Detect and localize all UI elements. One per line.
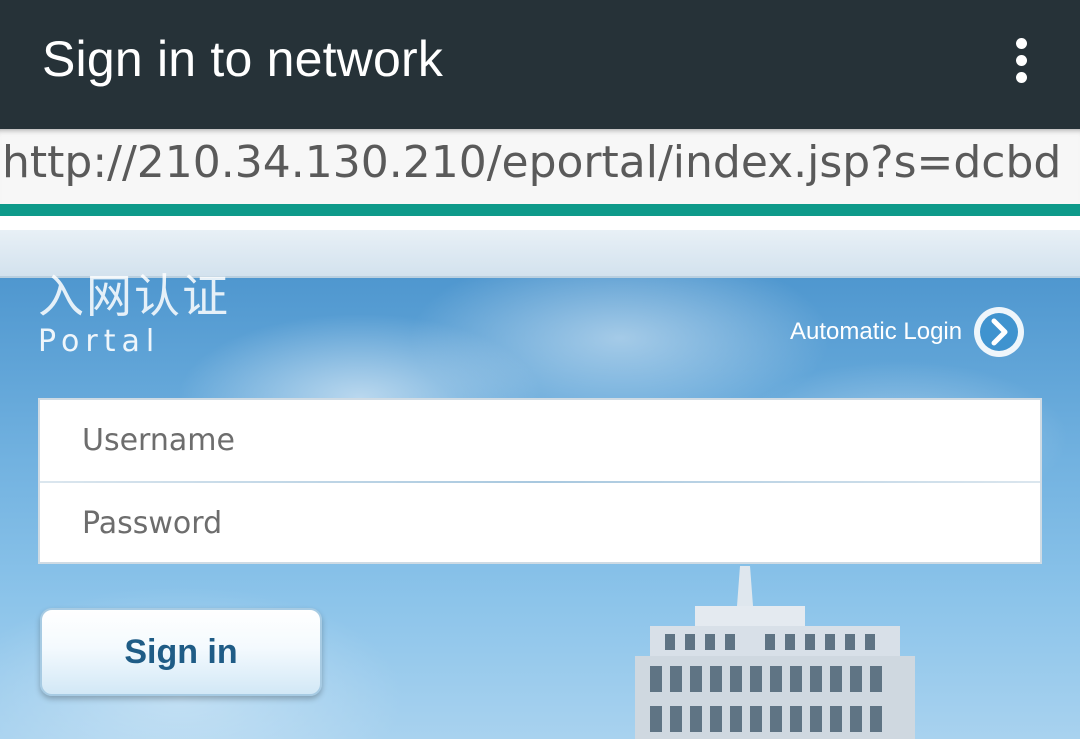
login-form <box>38 398 1042 564</box>
app-bar: Sign in to network <box>0 0 1080 129</box>
chevron-right-circle-icon[interactable] <box>972 305 1026 359</box>
url-text: http://210.34.130.210/eportal/index.jsp?… <box>2 137 1062 188</box>
password-input[interactable] <box>40 483 1040 564</box>
username-input[interactable] <box>40 400 1040 481</box>
sign-in-button[interactable]: Sign in <box>40 608 322 696</box>
more-vert-icon[interactable] <box>1002 36 1042 86</box>
automatic-login-label: Automatic Login <box>790 318 963 345</box>
portal-title-english: Portal <box>38 324 161 359</box>
page-title: Sign in to network <box>42 31 444 87</box>
building-image <box>635 566 915 739</box>
portal-title-chinese: 入网认证 <box>38 269 230 323</box>
address-bar: http://210.34.130.210/eportal/index.jsp?… <box>0 129 1080 204</box>
portal-webview: 入网认证 Portal Automatic Login Sign in <box>0 216 1080 739</box>
page-load-progress-bar <box>0 204 1080 216</box>
automatic-login-link[interactable]: Automatic Login <box>790 307 1026 357</box>
